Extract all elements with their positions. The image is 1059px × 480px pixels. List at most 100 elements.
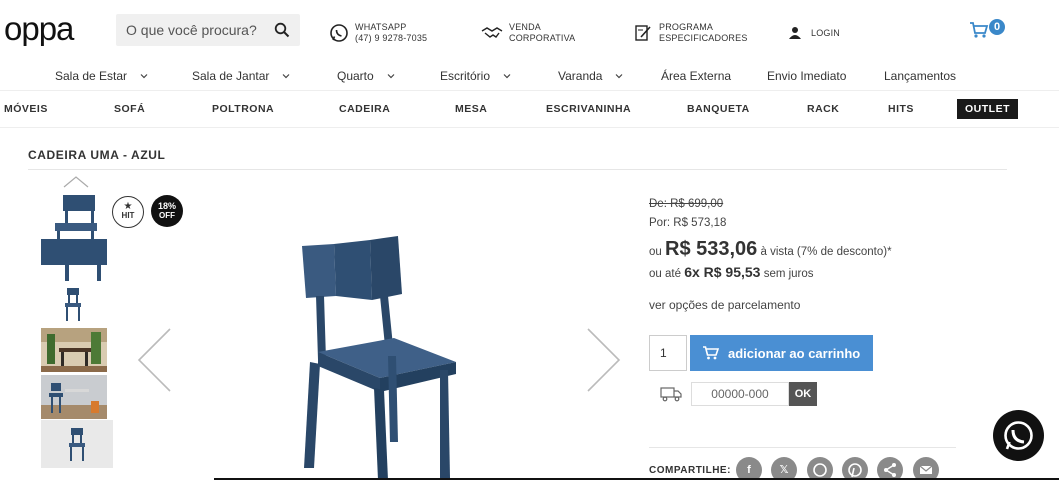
product-nav-sofa[interactable]: SOFÁ xyxy=(114,103,145,115)
login-label: LOGIN xyxy=(811,27,841,38)
room-thumbnail-image xyxy=(41,375,107,419)
product-title: CADEIRA UMA - AZUL xyxy=(28,148,166,162)
category-item-sala-de-estar[interactable]: Sala de Estar xyxy=(55,69,149,83)
pinterest-icon[interactable] xyxy=(842,457,868,480)
email-glyph xyxy=(919,465,933,474)
discount-off-label: OFF xyxy=(159,211,175,220)
user-icon xyxy=(789,27,801,39)
corporate-sales[interactable]: VENDA CORPORATIVA xyxy=(481,22,575,44)
cash-price-line: ou R$ 533,06 à vista (7% de desconto)* xyxy=(649,238,892,261)
cash-price: R$ 533,06 xyxy=(665,238,758,260)
search-icon[interactable] xyxy=(274,22,290,38)
thumbnail-1[interactable] xyxy=(41,193,107,283)
specifiers-program[interactable]: PROGRAMA ESPECIFICADORES xyxy=(634,22,748,44)
chevron-down-icon xyxy=(282,74,290,79)
share-glyph xyxy=(884,463,896,477)
whatsapp-chat-button[interactable] xyxy=(993,410,1044,461)
product-nav-outlet[interactable]: OUTLET xyxy=(957,99,1018,119)
chair-thumbnail-image xyxy=(41,195,107,281)
corporate-line1: VENDA xyxy=(509,22,542,32)
thumbnail-2[interactable] xyxy=(41,285,107,323)
thumbnail-4[interactable] xyxy=(41,375,107,419)
document-pencil-icon xyxy=(635,25,651,41)
product-nav-escrivaninha[interactable]: ESCRIVANINHA xyxy=(546,103,631,115)
cart-button[interactable]: 0 xyxy=(969,18,1009,40)
truck-icon xyxy=(660,387,682,402)
thumbnail-5-selected[interactable] xyxy=(41,420,113,468)
cash-prefix: ou xyxy=(649,246,662,258)
original-price: De: R$ 699,00 xyxy=(649,198,724,210)
product-nav-rack[interactable]: RACK xyxy=(807,103,839,115)
add-to-cart-button[interactable]: adicionar ao carrinho xyxy=(690,335,873,371)
whatsapp-icon xyxy=(1004,421,1033,450)
category-label: Escritório xyxy=(440,69,491,83)
share-label: COMPARTILHE: xyxy=(649,465,731,476)
category-label: Varanda xyxy=(558,69,603,83)
product-nav: MÓVEIS SOFÁ POLTRONA CADEIRA MESA ESCRIV… xyxy=(0,90,1059,128)
product-main-image xyxy=(302,236,456,480)
room-thumbnail-image xyxy=(41,328,107,372)
product-nav-hits[interactable]: HITS xyxy=(888,103,914,115)
svg-text:oppa: oppa xyxy=(4,12,75,46)
corporate-line2: CORPORATIVA xyxy=(509,33,576,43)
category-label: Sala de Estar xyxy=(55,69,128,83)
hit-label: HIT xyxy=(121,211,135,220)
whatsapp-icon[interactable] xyxy=(807,457,833,480)
chevron-up-icon[interactable] xyxy=(62,175,90,189)
category-label: Área Externa xyxy=(661,69,732,83)
pinterest-glyph xyxy=(848,463,862,478)
category-item-area-externa[interactable]: Área Externa xyxy=(661,69,731,83)
search-box xyxy=(116,14,300,46)
installment-options-link[interactable]: ver opções de parcelamento xyxy=(649,298,800,312)
cart-count-badge: 0 xyxy=(989,19,1005,35)
category-label: Envio Imediato xyxy=(767,69,847,83)
whatsapp-glyph xyxy=(813,463,827,477)
facebook-icon[interactable]: f xyxy=(736,457,762,480)
cep-input[interactable]: 00000-000 xyxy=(691,382,789,406)
cart-icon xyxy=(703,346,720,360)
divider xyxy=(28,169,1007,170)
chevron-down-icon xyxy=(503,74,511,79)
category-label: Lançamentos xyxy=(884,69,957,83)
category-item-escritorio[interactable]: Escritório xyxy=(440,69,512,83)
whatsapp-icon xyxy=(330,24,348,42)
hit-badge: ★ HIT xyxy=(112,196,144,228)
star-icon: ★ xyxy=(123,201,133,212)
chevron-right-icon[interactable] xyxy=(584,327,622,393)
add-to-cart-label: adicionar ao carrinho xyxy=(728,345,861,361)
installments-suffix: sem juros xyxy=(763,268,814,280)
category-label: Quarto xyxy=(337,69,374,83)
specifiers-line1: PROGRAMA xyxy=(659,22,714,32)
product-nav-moveis[interactable]: MÓVEIS xyxy=(4,103,48,115)
whatsapp-label: WHATSAPP xyxy=(355,22,407,32)
search-input[interactable] xyxy=(116,22,266,38)
category-item-varanda[interactable]: Varanda xyxy=(558,69,624,83)
installments-prefix: ou até xyxy=(649,268,681,280)
category-label: Sala de Jantar xyxy=(192,69,270,83)
product-nav-banqueta[interactable]: BANQUETA xyxy=(687,103,750,115)
cep-ok-button[interactable]: OK xyxy=(789,382,817,406)
share-icon[interactable] xyxy=(877,457,903,480)
chevron-down-icon xyxy=(616,74,623,79)
product-nav-poltrona[interactable]: POLTRONA xyxy=(212,103,274,115)
whatsapp-contact[interactable]: WHATSAPP (47) 9 9278-7035 xyxy=(329,22,427,44)
divider xyxy=(649,447,956,448)
category-item-quarto[interactable]: Quarto xyxy=(337,69,396,83)
category-item-sala-de-jantar[interactable]: Sala de Jantar xyxy=(192,69,291,83)
thumbnail-3[interactable] xyxy=(41,328,107,372)
product-nav-cadeira[interactable]: CADEIRA xyxy=(339,103,390,115)
quantity-input[interactable]: 1 xyxy=(649,335,687,371)
chevron-down-icon xyxy=(140,74,148,79)
chevron-left-icon[interactable] xyxy=(136,327,174,393)
email-icon[interactable] xyxy=(913,457,939,480)
oppa-logo[interactable]: oppa xyxy=(4,12,90,46)
specifiers-line2: ESPECIFICADORES xyxy=(659,33,748,43)
category-item-envio-imediato[interactable]: Envio Imediato xyxy=(767,69,846,83)
product-nav-mesa[interactable]: MESA xyxy=(455,103,487,115)
x-icon[interactable]: 𝕏 xyxy=(771,457,797,480)
login-link[interactable]: LOGIN xyxy=(788,26,840,40)
whatsapp-number: (47) 9 9278-7035 xyxy=(355,33,428,43)
category-item-lancamentos[interactable]: Lançamentos xyxy=(884,69,956,83)
cash-suffix: à vista (7% de desconto)* xyxy=(760,246,892,258)
cart-icon xyxy=(970,22,989,38)
